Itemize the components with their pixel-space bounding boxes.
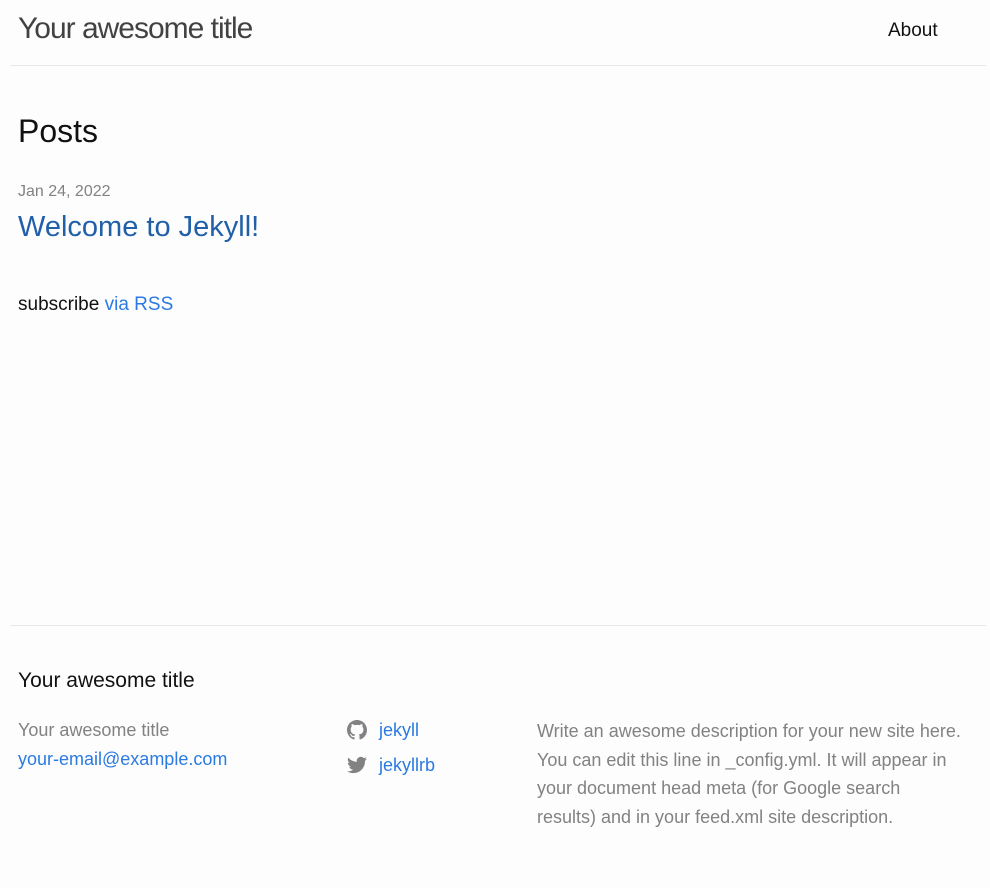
page-heading: Posts — [18, 113, 99, 149]
footer-site-name: Your awesome title — [18, 720, 170, 740]
post-title-link[interactable]: Welcome to Jekyll! — [18, 211, 259, 244]
twitter-icon — [347, 756, 367, 774]
rss-subscribe: subscribe via RSS — [18, 294, 173, 316]
rss-prefix: subscribe — [18, 294, 100, 315]
footer-divider — [10, 625, 986, 626]
social-link-github[interactable]: jekyll — [347, 718, 419, 742]
footer-heading: Your awesome title — [18, 669, 195, 692]
nav-item-about[interactable]: About — [888, 20, 938, 42]
social-link-twitter[interactable]: jekyllrb — [347, 753, 435, 777]
header-divider — [10, 65, 986, 66]
post-date: Jan 24, 2022 — [18, 183, 111, 200]
footer-email-link[interactable]: your-email@example.com — [18, 749, 227, 770]
github-icon — [347, 720, 367, 740]
social-label-twitter: jekyllrb — [379, 754, 436, 775]
rss-link[interactable]: via RSS — [105, 294, 174, 315]
site-title-link[interactable]: Your awesome title — [18, 12, 253, 46]
footer-description: Write an awesome description for your ne… — [537, 721, 961, 827]
social-label-github: jekyll — [379, 719, 420, 740]
